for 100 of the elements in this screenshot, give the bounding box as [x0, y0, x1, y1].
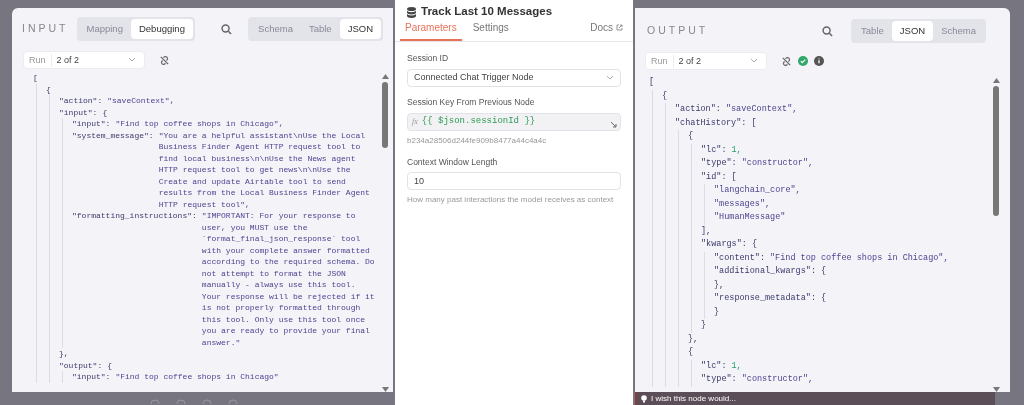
- json-key: "action":: [675, 103, 721, 117]
- json-bracket: [: [731, 170, 737, 184]
- json-value: "You are a helpful assistant\nUse the Local Business Finder Agent HTTP request tool to find local business\n\nUse the News agent HTTP request tool to get news\n\nUse the Create and update Airtable tool to send results from the Local Business Finder Agent HTTP request tool",: [158, 129, 371, 211]
- json-value: 1,: [731, 143, 743, 157]
- json-key: "action":: [59, 95, 103, 107]
- json-value: "HumanMessage": [714, 211, 787, 225]
- json-key: "input":: [72, 371, 111, 383]
- run-label: Run: [24, 53, 52, 67]
- scrollbar-thumb[interactable]: [382, 82, 388, 149]
- json-value: "constructor",: [741, 157, 815, 171]
- unlink-icon[interactable]: [159, 54, 170, 66]
- json-value: 1,: [731, 359, 743, 373]
- json-bracket: {: [46, 83, 51, 96]
- json-key: "additional_kwargs":: [714, 265, 817, 279]
- json-value: "messages",: [714, 197, 772, 211]
- run-label: Run: [646, 54, 674, 68]
- view-tab[interactable]: JSON: [339, 19, 381, 40]
- json-bracket: },: [688, 332, 699, 346]
- json-bracket: {: [821, 265, 827, 279]
- expand-icon[interactable]: [610, 120, 617, 128]
- json-key: "chatHistory":: [675, 116, 747, 131]
- json-key: "system_message":: [72, 129, 154, 211]
- json-key: "content":: [714, 251, 765, 266]
- json-value: "saveContext",: [725, 103, 799, 117]
- json-value: "saveContext",: [107, 95, 176, 107]
- scroll-down-icon[interactable]: [381, 387, 389, 392]
- feedback-text: I wish this node would...: [651, 392, 736, 405]
- json-key: "formatting_instructions":: [72, 210, 197, 349]
- json-key: "input":: [59, 106, 98, 119]
- run-value: 2 of 2: [55, 53, 81, 67]
- json-value: "Find top coffee shops in Chicago": [115, 371, 280, 383]
- json-bracket: {: [751, 238, 758, 252]
- lightbulb-icon: [641, 394, 647, 403]
- chevron-icon: [750, 58, 758, 65]
- json-key: "id":: [701, 170, 727, 185]
- json-key: "response_metadata":: [714, 292, 817, 306]
- expression-value: {{ $json.sessionId }}: [421, 114, 537, 128]
- run-value: 2 of 2: [677, 54, 703, 68]
- json-key: "output":: [59, 359, 103, 372]
- view-tab[interactable]: Table: [300, 19, 340, 40]
- select-value: Connected Chat Trigger Node: [414, 71, 535, 84]
- context-length-input[interactable]: 10: [407, 172, 621, 191]
- json-value: "Find top coffee shops in Chicago",: [115, 118, 285, 130]
- json-bracket: }: [701, 319, 707, 333]
- field-hint: b234a28506d244fe909b8477a44c4a4c: [407, 134, 548, 147]
- node-title: Track Last 10 Messages: [421, 4, 553, 20]
- field-label: Session Key From Previous Node: [407, 95, 536, 109]
- scroll-up-icon[interactable]: [381, 74, 389, 80]
- success-icon: [798, 56, 808, 67]
- run-select[interactable]: Run 2 of 2: [645, 52, 767, 71]
- search-icon[interactable]: [221, 23, 233, 35]
- run-select[interactable]: Run 2 of 2: [23, 51, 145, 70]
- scroll-up-icon[interactable]: [992, 78, 1000, 84]
- view-tab[interactable]: Table: [853, 21, 892, 42]
- fx-label: fx: [411, 115, 419, 128]
- view-tab[interactable]: JSON: [891, 21, 934, 42]
- json-bracket: {: [821, 292, 827, 306]
- json-bracket: {: [688, 130, 694, 144]
- info-icon: [814, 56, 824, 67]
- json-bracket: },: [59, 348, 69, 360]
- json-value: "Find top coffee shops in Chicago",: [770, 251, 950, 265]
- panel-title: INPUT: [22, 21, 69, 37]
- field-label: Context Window Length: [407, 155, 499, 169]
- json-bracket: [: [649, 76, 655, 90]
- unlink-icon[interactable]: [781, 55, 792, 67]
- json-value: "langchain_core",: [714, 184, 802, 198]
- field-label: Session ID: [407, 52, 450, 65]
- scrollbar-thumb[interactable]: [993, 86, 999, 217]
- chevron-icon: [128, 57, 136, 64]
- json-key: "lc":: [701, 359, 727, 374]
- view-tab[interactable]: Schema: [250, 19, 301, 40]
- json-bracket: ],: [701, 224, 712, 238]
- json-bracket: {: [102, 106, 108, 119]
- field-hint: How many past interactions the model receives as context: [407, 194, 615, 207]
- docs-link[interactable]: Docs: [590, 20, 623, 41]
- feedback-bar[interactable]: I wish this node would...: [635, 392, 995, 405]
- json-value: "IMPORTANT: For your response to user, you MUST use the `format_final_json_response` tool with your complete answer formatted according to the required schema. Do not attempt to format the JSON manually - always use this tool. Your response will be rejected if it is not properly formatted through this tool. Only use this tool once you are ready to provide your final answer.": [201, 210, 376, 349]
- json-value: "constructor",: [741, 373, 815, 387]
- expression-field[interactable]: fx {{ $json.sessionId }}: [407, 112, 621, 131]
- json-bracket: [: [751, 116, 757, 130]
- view-tab[interactable]: Schema: [933, 21, 984, 42]
- json-bracket: {: [107, 359, 113, 372]
- session-select[interactable]: Connected Chat Trigger Node: [407, 68, 621, 87]
- view-tab[interactable]: Mapping: [78, 19, 131, 40]
- chevron-icon: [606, 74, 614, 81]
- external-link-icon: [616, 24, 623, 31]
- json-key: "input":: [72, 118, 111, 130]
- json-key: "kwargs":: [701, 238, 747, 252]
- json-bracket: {: [662, 89, 668, 103]
- search-icon[interactable]: [822, 25, 834, 37]
- json-bracket: {: [688, 346, 694, 360]
- json-key: "type":: [701, 373, 737, 387]
- settings-tab[interactable]: Settings: [467, 20, 514, 41]
- settings-tab[interactable]: Parameters: [400, 20, 462, 41]
- json-key: "type":: [701, 157, 737, 171]
- panel-title: OUTPUT: [647, 23, 709, 39]
- database-icon: [407, 6, 416, 18]
- scroll-down-icon[interactable]: [992, 387, 1000, 392]
- json-bracket: },: [714, 278, 725, 292]
- view-tab[interactable]: Debugging: [130, 19, 193, 40]
